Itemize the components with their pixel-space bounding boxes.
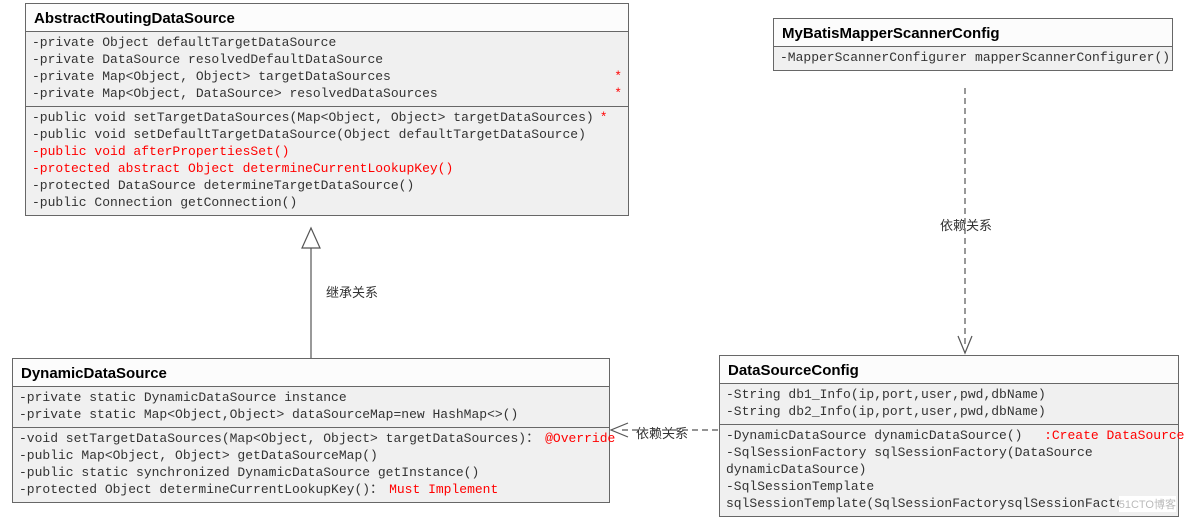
method: -public Connection getConnection() <box>32 194 622 211</box>
class-title: AbstractRoutingDataSource <box>26 4 628 32</box>
method: -public void afterPropertiesSet() <box>32 143 622 160</box>
class-dynamic-data-source: DynamicDataSource -private static Dynami… <box>12 358 610 503</box>
class-title: MyBatisMapperScannerConfig <box>774 19 1172 47</box>
method: -MapperScannerConfigurer mapperScannerCo… <box>780 49 1166 66</box>
inheritance-label: 继承关系 <box>326 282 378 301</box>
method: -protected DataSource determineTargetDat… <box>32 177 622 194</box>
method: -SqlSessionTemplate <box>726 478 1172 495</box>
fields-section: -private Object defaultTargetDataSource … <box>26 32 628 107</box>
method: -protected Object determineCurrentLookup… <box>19 481 603 498</box>
method: -public static synchronized DynamicDataS… <box>19 464 603 481</box>
field: -private static DynamicDataSource instan… <box>19 389 603 406</box>
methods-section: -DynamicDataSource dynamicDataSource() :… <box>720 425 1178 516</box>
method: -public void setTargetDataSources(Map<Ob… <box>32 109 622 126</box>
field: -private DataSource resolvedDefaultDataS… <box>32 51 622 68</box>
field: -String db2_Info(ip,port,user,pwd,dbName… <box>726 403 1172 420</box>
fields-section: -String db1_Info(ip,port,user,pwd,dbName… <box>720 384 1178 425</box>
dependency-label: 依赖关系 <box>636 423 688 442</box>
method: -SqlSessionFactory sqlSessionFactory(Dat… <box>726 444 1172 461</box>
method: -protected abstract Object determineCurr… <box>32 160 622 177</box>
field: -private static Map<Object,Object> dataS… <box>19 406 603 423</box>
methods-section: -MapperScannerConfigurer mapperScannerCo… <box>774 47 1172 70</box>
method: dynamicDataSource) <box>726 461 1172 478</box>
method: sqlSessionTemplate(SqlSessionFactorysqlS… <box>726 495 1172 512</box>
class-mybatis-mapper-scanner-config: MyBatisMapperScannerConfig -MapperScanne… <box>773 18 1173 71</box>
methods-section: -public void setTargetDataSources(Map<Ob… <box>26 107 628 215</box>
class-title: DynamicDataSource <box>13 359 609 387</box>
class-title: DataSourceConfig <box>720 356 1178 384</box>
dependency-label: 依赖关系 <box>940 215 992 234</box>
method: -public void setDefaultTargetDataSource(… <box>32 126 622 143</box>
method: -public Map<Object, Object> getDataSourc… <box>19 447 603 464</box>
class-abstract-routing-data-source: AbstractRoutingDataSource -private Objec… <box>25 3 629 216</box>
watermark: 51CTO博客 <box>1119 496 1176 512</box>
method: -void setTargetDataSources(Map<Object, O… <box>19 430 603 447</box>
class-data-source-config: DataSourceConfig -String db1_Info(ip,por… <box>719 355 1179 517</box>
field: -private Map<Object, Object> targetDataS… <box>32 68 622 85</box>
methods-section: -void setTargetDataSources(Map<Object, O… <box>13 428 609 502</box>
field: -private Map<Object, DataSource> resolve… <box>32 85 622 102</box>
field: -String db1_Info(ip,port,user,pwd,dbName… <box>726 386 1172 403</box>
field: -private Object defaultTargetDataSource <box>32 34 622 51</box>
fields-section: -private static DynamicDataSource instan… <box>13 387 609 428</box>
method: -DynamicDataSource dynamicDataSource() :… <box>726 427 1172 444</box>
